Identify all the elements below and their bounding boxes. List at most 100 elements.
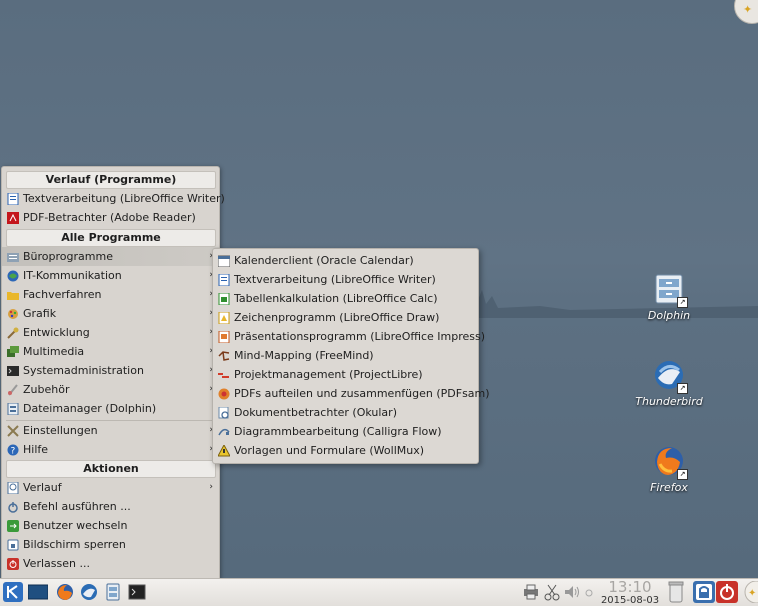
svg-text:?: ? bbox=[11, 447, 16, 457]
history-header: Verlauf (Programme) bbox=[6, 171, 216, 189]
submenu-item-okular[interactable]: Dokumentbetrachter (Okular) bbox=[213, 403, 478, 422]
show-desktop-icon[interactable] bbox=[27, 583, 49, 601]
history-icon bbox=[7, 481, 19, 495]
kde-launcher-button[interactable] bbox=[3, 582, 23, 602]
pdfsam-icon bbox=[218, 387, 230, 400]
settings-icon bbox=[7, 424, 19, 437]
submenu-item-projectlibre[interactable]: Projektmanagement (ProjectLibre) bbox=[213, 365, 478, 384]
panel-toolbox-button[interactable]: ✦ bbox=[740, 580, 758, 604]
menu-item-label: Projektmanagement (ProjectLibre) bbox=[234, 368, 423, 381]
project-icon bbox=[218, 368, 230, 380]
menu-item-label: Kalenderclient (Oracle Calendar) bbox=[234, 254, 414, 267]
menu-item-label: Verlauf bbox=[23, 481, 62, 494]
menu-item-verlauf[interactable]: Verlauf › bbox=[2, 478, 219, 497]
submenu-item-draw[interactable]: Zeichenprogramm (LibreOffice Draw) bbox=[213, 308, 478, 327]
folder-icon bbox=[7, 288, 19, 300]
globe-icon bbox=[7, 269, 19, 282]
menu-item-label: Entwicklung bbox=[23, 326, 90, 339]
accessories-icon bbox=[7, 383, 19, 396]
power-icon[interactable] bbox=[716, 581, 738, 603]
menu-item-benutzer-wechseln[interactable]: Benutzer wechseln bbox=[2, 516, 219, 535]
menu-item-label: Befehl ausführen ... bbox=[23, 500, 131, 513]
actions-header: Aktionen bbox=[6, 460, 216, 478]
menu-item-dateimanager[interactable]: Dateimanager (Dolphin) bbox=[2, 399, 219, 418]
menu-item-befehl-ausfuehren[interactable]: Befehl ausführen ... bbox=[2, 497, 219, 516]
submenu-item-calc[interactable]: Tabellenkalkulation (LibreOffice Calc) bbox=[213, 289, 478, 308]
menu-item-einstellungen[interactable]: Einstellungen › bbox=[2, 421, 219, 440]
mindmap-icon bbox=[218, 349, 230, 361]
submenu-item-writer[interactable]: Textverarbeitung (LibreOffice Writer) bbox=[213, 270, 478, 289]
submenu-item-freemind[interactable]: Mind-Mapping (FreeMind) bbox=[213, 346, 478, 365]
volume-icon[interactable] bbox=[563, 583, 581, 601]
trash-icon[interactable] bbox=[668, 581, 684, 603]
impress-icon bbox=[218, 330, 230, 344]
submenu-bueroprogramme: Kalenderclient (Oracle Calendar) Textver… bbox=[212, 248, 490, 464]
dolphin-icon: ↗ bbox=[652, 272, 688, 308]
terminal-icon bbox=[7, 364, 19, 376]
firefox-icon[interactable] bbox=[56, 583, 74, 601]
okular-icon bbox=[218, 406, 230, 419]
menu-item-label: Tabellenkalkulation (LibreOffice Calc) bbox=[234, 292, 438, 305]
desktop-icon-label: Firefox bbox=[650, 481, 688, 494]
thunderbird-icon: ↗ bbox=[652, 358, 688, 394]
writer-icon bbox=[218, 273, 230, 287]
submenu-item-impress[interactable]: Präsentationsprogramm (LibreOffice Impre… bbox=[213, 327, 485, 346]
flow-icon bbox=[218, 425, 230, 437]
menu-item-multimedia[interactable]: Multimedia › bbox=[2, 342, 219, 361]
menu-item-verlassen[interactable]: Verlassen ... bbox=[2, 554, 219, 573]
pdf-icon bbox=[7, 211, 19, 224]
menu-item-label: Einstellungen bbox=[23, 424, 98, 437]
menu-item-label: IT-Kommunikation bbox=[23, 269, 122, 282]
thunderbird-icon[interactable] bbox=[80, 583, 98, 601]
desktop-icon-thunderbird[interactable]: ↗ Thunderbird bbox=[629, 358, 709, 408]
menu-item-history-writer[interactable]: Textverarbeitung (LibreOffice Writer) bbox=[2, 189, 225, 208]
clipboard-scissors-icon[interactable] bbox=[543, 583, 561, 601]
desktop-icon-dolphin[interactable]: ↗ Dolphin bbox=[629, 272, 709, 322]
printer-icon[interactable] bbox=[522, 583, 540, 601]
menu-item-fachverfahren[interactable]: Fachverfahren › bbox=[2, 285, 219, 304]
menu-item-label: Verlassen ... bbox=[23, 557, 90, 570]
menu-item-label: Fachverfahren bbox=[23, 288, 102, 301]
digital-clock[interactable]: 13:10 2015-08-03 bbox=[598, 580, 662, 606]
switch-user-icon bbox=[7, 519, 19, 532]
graphics-icon bbox=[7, 307, 19, 319]
menu-item-systemadministration[interactable]: Systemadministration › bbox=[2, 361, 219, 380]
writer-icon bbox=[7, 192, 19, 206]
submenu-item-pdfsam[interactable]: PDFs aufteilen und zusammenfügen (PDFsam… bbox=[213, 384, 490, 403]
menu-item-label: Präsentationsprogramm (LibreOffice Impre… bbox=[234, 330, 486, 343]
submenu-item-wollmux[interactable]: Vorlagen und Formulare (WollMux) bbox=[213, 441, 478, 460]
menu-item-label: Bildschirm sperren bbox=[23, 538, 126, 551]
menu-item-history-pdf[interactable]: PDF-Betrachter (Adobe Reader) bbox=[2, 208, 219, 227]
calc-icon bbox=[218, 292, 230, 306]
notifications-icon[interactable] bbox=[584, 583, 594, 601]
svg-text:✦: ✦ bbox=[748, 588, 756, 599]
office-icon bbox=[7, 250, 19, 262]
calendar-icon bbox=[217, 254, 231, 268]
menu-item-zubehoer[interactable]: Zubehör › bbox=[2, 380, 219, 399]
menu-item-label: Systemadministration bbox=[23, 364, 144, 377]
chevron-right-icon: › bbox=[209, 482, 213, 492]
menu-item-label: Grafik bbox=[23, 307, 57, 320]
menu-item-label: Zeichenprogramm (LibreOffice Draw) bbox=[234, 311, 440, 324]
clock-time: 13:10 bbox=[608, 578, 652, 596]
menu-item-label: Textverarbeitung (LibreOffice Writer) bbox=[234, 273, 436, 286]
menu-item-it-kommunikation[interactable]: IT-Kommunikation › bbox=[2, 266, 219, 285]
desktop-icon-firefox[interactable]: ↗ Firefox bbox=[629, 444, 709, 494]
file-manager-icon bbox=[7, 402, 19, 416]
menu-item-bueroprogramme[interactable]: Büroprogramme › bbox=[2, 247, 219, 266]
menu-item-label: Hilfe bbox=[23, 443, 49, 456]
submenu-item-calligra-flow[interactable]: Diagrammbearbeitung (Calligra Flow) bbox=[213, 422, 478, 441]
run-icon bbox=[7, 500, 19, 513]
menu-item-hilfe[interactable]: ? Hilfe › bbox=[2, 440, 219, 459]
dolphin-icon[interactable] bbox=[104, 583, 122, 601]
lock-screen-icon[interactable] bbox=[693, 581, 715, 603]
menu-item-entwicklung[interactable]: Entwicklung › bbox=[2, 323, 219, 342]
menu-item-label: Dokumentbetrachter (Okular) bbox=[234, 406, 397, 419]
submenu-item-kalenderclient[interactable]: Kalenderclient (Oracle Calendar) bbox=[213, 251, 478, 270]
all-programs-header: Alle Programme bbox=[6, 229, 216, 247]
terminal-icon[interactable] bbox=[128, 583, 146, 601]
menu-item-grafik[interactable]: Grafik › bbox=[2, 304, 219, 323]
menu-item-bildschirm-sperren[interactable]: Bildschirm sperren bbox=[2, 535, 219, 554]
menu-item-label: Vorlagen und Formulare (WollMux) bbox=[234, 444, 425, 457]
menu-item-label: Zubehör bbox=[23, 383, 70, 396]
